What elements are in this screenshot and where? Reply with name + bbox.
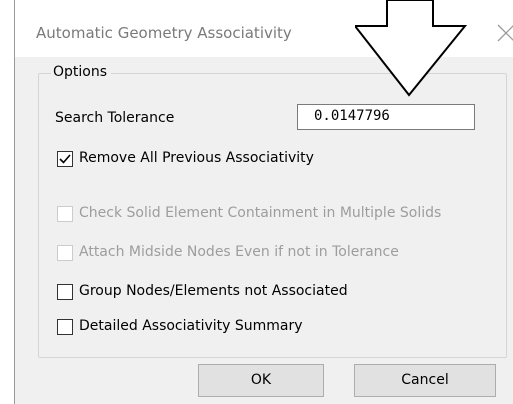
options-legend: Options bbox=[51, 64, 112, 80]
detailed-summary-label: Detailed Associativity Summary bbox=[79, 318, 303, 334]
checkbox-box[interactable] bbox=[57, 151, 73, 167]
checkbox-box[interactable] bbox=[57, 245, 73, 261]
cancel-button[interactable]: Cancel bbox=[354, 364, 496, 397]
down-arrow-icon bbox=[355, 0, 468, 97]
search-tolerance-input[interactable]: 0.0147796 bbox=[297, 104, 475, 130]
attach-midside-nodes-label: Attach Midside Nodes Even if not in Tole… bbox=[79, 244, 399, 260]
remove-previous-associativity-label: Remove All Previous Associativity bbox=[79, 150, 314, 166]
check-solid-containment-label: Check Solid Element Containment in Multi… bbox=[79, 205, 442, 221]
search-tolerance-label: Search Tolerance bbox=[55, 110, 175, 126]
window-title: Automatic Geometry Associativity bbox=[36, 24, 292, 42]
ok-button[interactable]: OK bbox=[198, 364, 324, 397]
checkmark-icon bbox=[59, 154, 71, 164]
checkbox-box[interactable] bbox=[57, 319, 73, 335]
group-nodes-elements-label: Group Nodes/Elements not Associated bbox=[79, 283, 348, 299]
checkbox-box[interactable] bbox=[57, 206, 73, 222]
checkbox-box[interactable] bbox=[57, 284, 73, 300]
